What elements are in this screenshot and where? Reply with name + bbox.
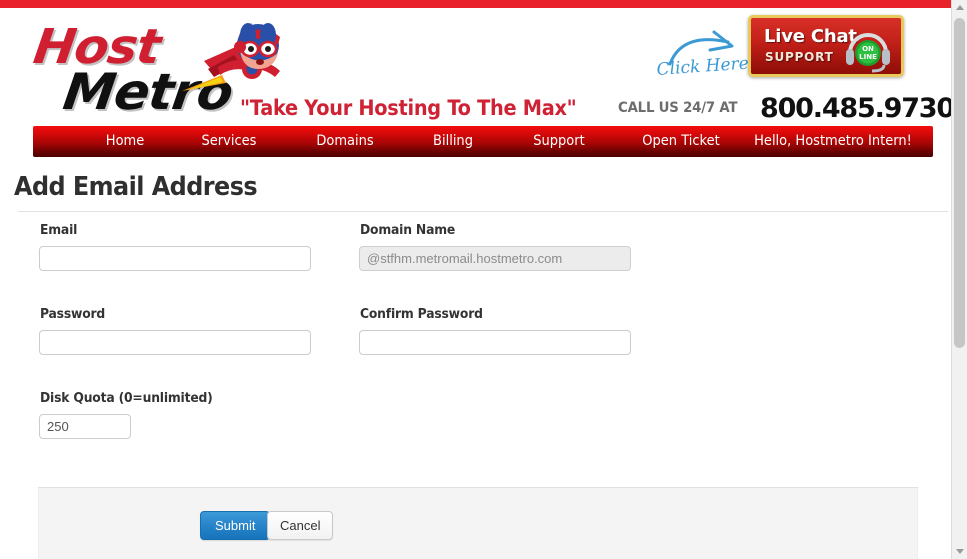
submit-button[interactable]: Submit xyxy=(200,511,271,540)
browser-screen: Host Metro "Take Your Hosting To The Max… xyxy=(0,0,967,559)
domain-name-input xyxy=(359,246,631,271)
top-red-bar xyxy=(0,0,951,8)
site-header: Host Metro "Take Your Hosting To The Max… xyxy=(0,8,951,126)
live-chat-subtitle: SUPPORT xyxy=(765,50,834,64)
nav-item-domains[interactable]: Domains xyxy=(289,126,401,157)
confirm-password-label: Confirm Password xyxy=(360,307,483,322)
confirm-password-input[interactable] xyxy=(359,330,631,355)
email-label: Email xyxy=(40,223,78,238)
phone-number: 800.485.9730 xyxy=(760,93,951,124)
main-navigation: Home Services Domains Billing Support Op… xyxy=(33,126,933,157)
page-title: Add Email Address xyxy=(14,172,258,202)
scrollbar-thumb[interactable] xyxy=(954,18,965,348)
password-label: Password xyxy=(40,307,106,322)
disk-quota-label: Disk Quota (0=unlimited) xyxy=(40,391,213,406)
title-divider xyxy=(18,211,948,212)
nav-item-open-ticket[interactable]: Open Ticket xyxy=(618,126,744,157)
site-logo[interactable]: Host Metro xyxy=(29,17,280,125)
live-chat-button[interactable]: Live Chat SUPPORT ON LINE xyxy=(748,15,904,77)
site-tagline: "Take Your Hosting To The Max" xyxy=(240,96,577,120)
headset-online-icon: ON LINE xyxy=(846,33,890,73)
domain-name-label: Domain Name xyxy=(360,223,456,238)
nav-item-home[interactable]: Home xyxy=(69,126,181,157)
nav-item-services[interactable]: Services xyxy=(173,126,285,157)
scroll-up-arrow-icon[interactable] xyxy=(952,0,967,16)
svg-text:ON: ON xyxy=(862,45,874,53)
nav-item-billing[interactable]: Billing xyxy=(399,126,507,157)
call-us-label: CALL US 24/7 AT xyxy=(618,100,738,116)
password-input[interactable] xyxy=(39,330,311,355)
cancel-button[interactable]: Cancel xyxy=(267,511,334,540)
click-here-annotation: Click Here xyxy=(652,24,752,84)
nav-item-support[interactable]: Support xyxy=(503,126,615,157)
nav-item-account[interactable]: Hello, Hostmetro Intern! xyxy=(740,126,926,157)
superhero-mascot-icon xyxy=(182,23,280,91)
scroll-down-arrow-icon[interactable] xyxy=(952,543,967,559)
vertical-scrollbar[interactable] xyxy=(951,0,967,559)
form-actions-panel xyxy=(38,488,918,559)
svg-text:LINE: LINE xyxy=(859,53,877,61)
page-viewport: Host Metro "Take Your Hosting To The Max… xyxy=(0,0,951,559)
email-input[interactable] xyxy=(39,246,311,271)
disk-quota-input[interactable] xyxy=(39,414,131,439)
